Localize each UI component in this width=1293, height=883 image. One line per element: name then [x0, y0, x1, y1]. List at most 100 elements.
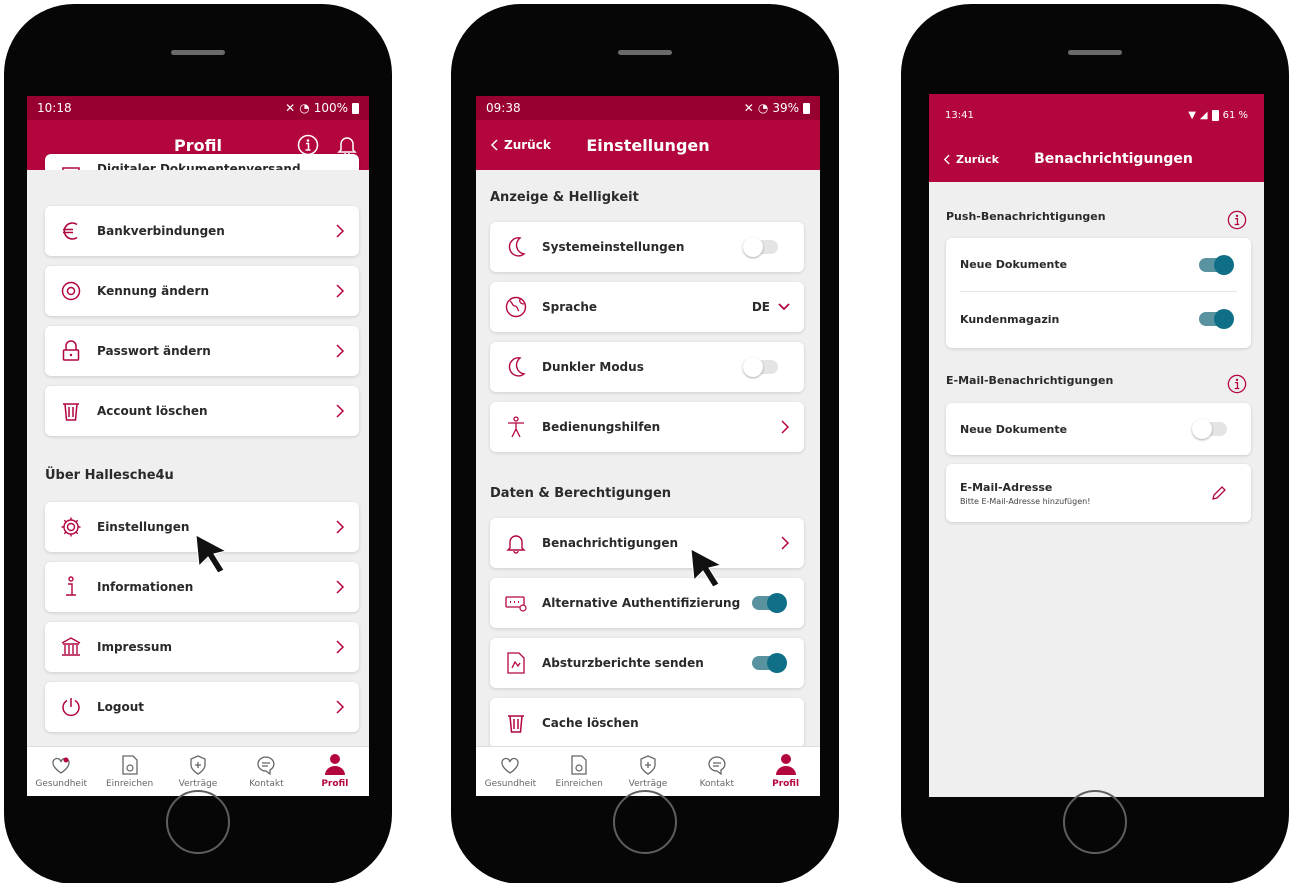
home-button[interactable]: [1063, 790, 1127, 854]
gear-icon: [59, 515, 83, 539]
list-item-bankverbindungen[interactable]: Bankverbindungen: [45, 206, 359, 256]
lock-icon: [59, 339, 83, 363]
setting-alternative-authentifizierung[interactable]: Alternative Authentifizierung: [490, 578, 804, 628]
tab-einreichen[interactable]: Einreichen: [95, 747, 163, 796]
bell-icon[interactable]: [337, 134, 357, 156]
screen-benachrichtigungen: 13:41 ▼ ◢ 61 % Zurück Benachrichtigungen…: [929, 94, 1264, 797]
section-heading-data: Daten & Berechtigungen: [490, 486, 672, 501]
setting-label: Cache löschen: [542, 716, 639, 730]
push-item-neue-dokumente[interactable]: Neue Dokumente: [960, 238, 1237, 292]
list-item-label: Informationen: [97, 580, 194, 594]
tab-kontakt[interactable]: Kontakt: [682, 747, 751, 796]
list-item-kennung[interactable]: Kennung ändern: [45, 266, 359, 316]
tab-label: Verträge: [628, 779, 668, 789]
tab-gesundheit[interactable]: Gesundheit: [476, 747, 545, 796]
document-icon: [121, 755, 138, 775]
toggle-switch[interactable]: [1192, 419, 1227, 439]
push-item-kundenmagazin[interactable]: Kundenmagazin: [960, 292, 1237, 346]
tab-label: Kontakt: [699, 779, 735, 789]
toggle-switch[interactable]: [743, 237, 778, 257]
email-item-neue-dokumente[interactable]: Neue Dokumente: [946, 403, 1251, 455]
toggle-knob: [1214, 309, 1234, 329]
tab-gesundheit[interactable]: Gesundheit: [27, 747, 95, 796]
heart-icon: [501, 757, 520, 774]
list-item-label: Impressum: [97, 640, 172, 654]
app-header: Zurück Einstellungen: [476, 120, 820, 170]
home-button[interactable]: [166, 790, 230, 854]
setting-systemeinstellungen[interactable]: Systemeinstellungen: [490, 222, 804, 272]
info-icon[interactable]: [1227, 210, 1247, 230]
toggle-switch[interactable]: [743, 357, 778, 377]
list-item-label: Passwort ändern: [97, 344, 211, 358]
chevron-right-icon: [336, 404, 345, 418]
list-item-label: Kennung ändern: [97, 284, 209, 298]
list-item-logout[interactable]: Logout: [45, 682, 359, 732]
back-label: Zurück: [504, 138, 551, 152]
battery-icon: [803, 102, 810, 114]
phone-frame-einstellungen: 09:38 ✕ ◔ 39% Zurück Einstellungen Anzei…: [451, 4, 839, 883]
setting-label: Alternative Authentifizierung: [542, 596, 741, 610]
tab-vertraege[interactable]: Verträge: [614, 747, 683, 796]
setting-label: Benachrichtigungen: [542, 536, 679, 550]
tab-vertraege[interactable]: Verträge: [164, 747, 232, 796]
heart-icon: [52, 757, 70, 774]
back-button[interactable]: Zurück: [943, 136, 999, 182]
chevron-right-icon: [336, 700, 345, 714]
list-item-account-loeschen[interactable]: Account löschen: [45, 386, 359, 436]
email-address-hint: Bitte E-Mail-Adresse hinzufügen!: [960, 496, 1091, 506]
tab-label: Kontakt: [249, 779, 284, 789]
info-icon[interactable]: [1227, 374, 1247, 394]
cursor-arrow-icon: [690, 548, 723, 588]
setting-bedienungshilfen[interactable]: Bedienungshilfen: [490, 402, 804, 452]
tab-einreichen[interactable]: Einreichen: [545, 747, 614, 796]
toggle-switch[interactable]: [752, 653, 787, 673]
tab-label: Einreichen: [105, 779, 154, 789]
person-icon: [775, 754, 796, 775]
chevron-right-icon: [781, 420, 790, 434]
back-label: Zurück: [956, 152, 999, 166]
battery-text: 61 %: [1222, 109, 1248, 121]
email-address-item[interactable]: E-Mail-Adresse Bitte E-Mail-Adresse hinz…: [946, 464, 1251, 522]
tab-profil[interactable]: Profil: [751, 747, 820, 796]
list-item-passwort[interactable]: Passwort ändern: [45, 326, 359, 376]
setting-dunkler-modus[interactable]: Dunkler Modus: [490, 342, 804, 392]
chevron-left-icon: [943, 154, 950, 164]
setting-label: Kundenmagazin: [960, 312, 1060, 326]
info-icon: [59, 575, 83, 599]
speaker: [618, 50, 672, 55]
screen-profil: 10:18 ✕ ◔ 100% Profil Digitaler Dokument…: [27, 96, 369, 796]
tab-label: Einreichen: [555, 779, 603, 789]
push-settings-card: Neue Dokumente Kundenmagazin: [946, 238, 1251, 348]
accessibility-icon: [504, 415, 528, 439]
toggle-switch[interactable]: [1199, 309, 1234, 329]
shield-icon: [640, 755, 656, 775]
home-button[interactable]: [613, 790, 677, 854]
tab-bar: Gesundheit Einreichen Verträge Kontakt P…: [476, 746, 820, 796]
section-heading-email: E-Mail-Benachrichtigungen: [946, 374, 1114, 387]
scroll-mask: [27, 170, 369, 208]
email-address-text: E-Mail-Adresse Bitte E-Mail-Adresse hinz…: [960, 481, 1211, 506]
list-item-impressum[interactable]: Impressum: [45, 622, 359, 672]
setting-absturzberichte[interactable]: Absturzberichte senden: [490, 638, 804, 688]
chevron-right-icon: [336, 344, 345, 358]
toggle-switch[interactable]: [752, 593, 787, 613]
toggle-switch[interactable]: [1199, 254, 1234, 275]
tab-kontakt[interactable]: Kontakt: [232, 747, 300, 796]
info-icon[interactable]: [297, 134, 319, 156]
building-icon: [59, 635, 83, 659]
tab-profil[interactable]: Profil: [301, 747, 369, 796]
setting-cache-loeschen[interactable]: Cache löschen: [490, 698, 804, 748]
battery-text: 100%: [313, 101, 348, 115]
globe-icon: [504, 295, 528, 319]
battery-text: 39%: [772, 101, 799, 115]
setting-benachrichtigungen[interactable]: Benachrichtigungen: [490, 518, 804, 568]
back-button[interactable]: Zurück: [490, 120, 551, 170]
person-icon: [324, 754, 345, 775]
setting-sprache[interactable]: Sprache DE: [490, 282, 804, 332]
tab-label: Verträge: [178, 779, 218, 789]
battery-icon: [352, 102, 359, 114]
page-title: Benachrichtigungen: [1034, 151, 1193, 167]
pencil-icon[interactable]: [1211, 485, 1227, 501]
speaker: [171, 50, 225, 55]
phone-frame-benachrichtigungen: 13:41 ▼ ◢ 61 % Zurück Benachrichtigungen…: [901, 4, 1289, 883]
